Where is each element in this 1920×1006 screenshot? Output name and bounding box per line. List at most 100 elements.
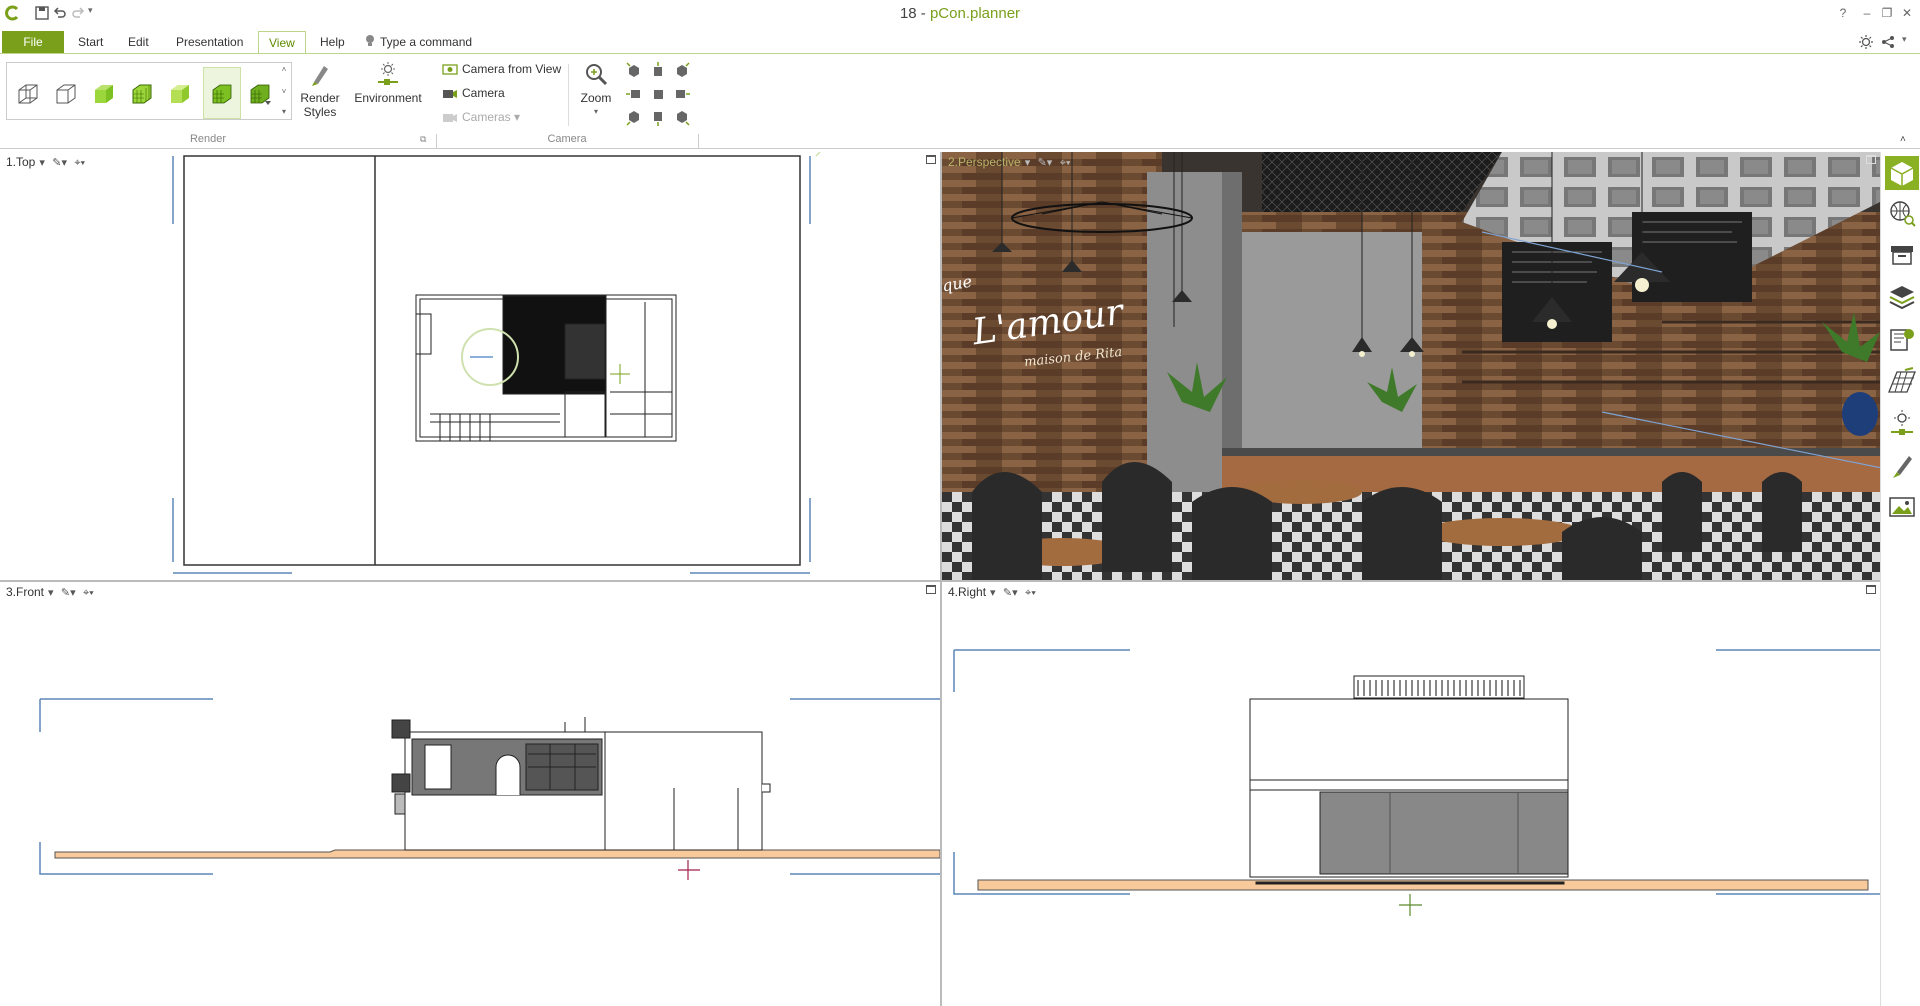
viewport-front[interactable]: 3.Front ▾ ✎▾ ⌖▾ [0,582,940,1006]
gallery-expand-icon[interactable]: ▾ [279,107,289,117]
group-camera-label: Camera [547,133,587,145]
archive-icon[interactable] [1887,240,1917,270]
help-button[interactable]: ? [1834,4,1852,22]
maximize-viewport-icon[interactable] [1866,155,1876,164]
render-styles-button[interactable]: Render Styles [298,60,342,119]
view-mode-dropdown-icon[interactable]: ▾ [39,156,45,169]
sun-icon[interactable] [1858,34,1874,50]
3d-box-icon[interactable] [1885,156,1919,190]
render-styles-icon [312,66,328,86]
menu-bar: File Start Edit Presentation View Help T… [0,30,1920,55]
command-search[interactable]: Type a command [370,31,482,53]
camera-button[interactable]: Camera [442,84,505,102]
render-style-pen-icon[interactable]: ✎▾ [52,156,67,169]
environment-button[interactable]: Environment [350,60,426,105]
maximize-viewport-icon[interactable] [926,155,936,164]
right-tool-panel [1880,152,1920,1006]
window-title: 18 - pCon.planner [899,5,1021,22]
viewport-top-header: 1.Top ▾ ✎▾ ⌖▾ [6,155,85,170]
viewport-right-label[interactable]: 4.Right [948,585,986,599]
gallery-scroll-down-icon[interactable]: ˅ [279,87,289,97]
view-bottom-right-icon[interactable] [674,110,690,126]
viewport-right[interactable]: 4.Right ▾ ✎▾ ⌖▾ [942,582,1880,1006]
shading-gallery: ˄ ˅ ▾ [6,62,292,120]
wireframe-shading-icon[interactable] [15,81,41,107]
collapse-ribbon-icon[interactable]: ˄ [1900,134,1906,145]
textured-wire-shading-icon[interactable] [129,81,155,107]
zoom-label: Zoom [580,91,612,105]
view-top-left-icon[interactable] [626,62,642,78]
zoom-button[interactable]: Zoom ▾ [576,60,616,119]
render-dialog-launcher-icon[interactable]: ⧉ [420,134,426,145]
viewport-perspective-label[interactable]: 2.Perspective [948,155,1021,169]
layers-icon[interactable] [1887,282,1917,312]
title-bar: ▾ 18 - pCon.planner ? – ❐ ✕ [0,0,1920,28]
minimize-button[interactable]: – [1858,4,1876,22]
camera-target-icon[interactable]: ⌖▾ [74,157,85,170]
tab-view[interactable]: View [258,31,306,55]
view-top-right-icon[interactable] [674,62,690,78]
realistic-shading-icon[interactable] [247,81,273,107]
light-icon[interactable] [1887,408,1917,438]
top-view-drawing [172,152,821,574]
view-right-icon[interactable] [674,86,690,102]
maximize-viewport-icon[interactable] [926,585,936,594]
camera-icon [443,90,457,98]
textured-shading-icon[interactable] [209,81,235,107]
grid-perspective-icon[interactable] [1887,366,1917,396]
view-front-icon[interactable] [650,86,666,102]
view-left-icon[interactable] [626,86,642,102]
front-view-drawing [39,698,940,880]
view-mode-dropdown-icon[interactable]: ▾ [48,586,54,599]
settings-panel-icon[interactable] [1887,324,1917,354]
tab-help[interactable]: Help [310,31,355,53]
close-button[interactable]: ✕ [1898,4,1916,22]
viewport-front-label[interactable]: 3.Front [6,585,44,599]
tab-start[interactable]: Start [68,31,113,53]
standard-views-grid [626,62,692,128]
restore-button[interactable]: ❐ [1878,4,1896,22]
environment-icon [378,62,398,85]
view-bottom-left-icon[interactable] [626,110,642,126]
shaded-shading-icon[interactable] [167,81,193,107]
camera-from-view-icon [442,64,458,75]
camera-target-icon[interactable]: ⌖▾ [1025,587,1036,600]
render-styles-label-1: Render [300,91,340,105]
viewport-splitter-horizontal[interactable] [0,580,1880,582]
maximize-viewport-icon[interactable] [1866,585,1876,594]
group-separator-2 [698,134,699,148]
environment-label: Environment [354,91,422,105]
gallery-scroll-up-icon[interactable]: ˄ [279,65,289,75]
view-mode-dropdown-icon[interactable]: ▾ [1025,156,1031,169]
zoom-icon [586,64,608,86]
ribbon: ˄ ˅ ▾ Render Styles Environment Camera f… [0,53,1920,149]
ribbon-options-icon[interactable]: ▾ [1902,34,1907,45]
hidden-line-shading-icon[interactable] [53,81,79,107]
camera-target-icon[interactable]: ⌖▾ [1060,157,1071,170]
view-top-icon[interactable] [650,62,666,78]
cameras-icon [443,114,457,122]
viewport-perspective[interactable]: L'amour maison de Rita que 2.Perspective… [942,152,1880,580]
tab-file[interactable]: File [2,31,64,53]
view-mode-dropdown-icon[interactable]: ▾ [990,586,996,599]
viewport-top[interactable]: 1.Top ▾ ✎▾ ⌖▾ [0,152,940,580]
perspective-render [942,152,1880,580]
render-style-pen-icon[interactable]: ✎▾ [1003,586,1018,599]
viewport-splitter-vertical[interactable] [940,152,942,1006]
viewport-right-header: 4.Right ▾ ✎▾ ⌖▾ [948,585,1036,600]
solid-shading-icon[interactable] [91,81,117,107]
camera-from-view-button[interactable]: Camera from View [442,60,561,78]
pen-style-icon[interactable] [1887,450,1917,480]
viewport-top-label[interactable]: 1.Top [6,155,35,169]
render-style-pen-icon[interactable]: ✎▾ [61,586,76,599]
share-icon[interactable] [1880,34,1896,50]
view-bottom-icon[interactable] [650,110,666,126]
globe-search-icon[interactable] [1887,198,1917,228]
camera-target-icon[interactable]: ⌖▾ [83,587,94,600]
tab-edit[interactable]: Edit [118,31,159,53]
render-style-pen-icon[interactable]: ✎▾ [1038,156,1053,169]
tab-presentation[interactable]: Presentation [166,31,253,53]
group-render-label: Render [189,133,227,145]
cameras-dropdown[interactable]: Cameras ▾ [442,108,520,126]
image-icon[interactable] [1887,492,1917,522]
